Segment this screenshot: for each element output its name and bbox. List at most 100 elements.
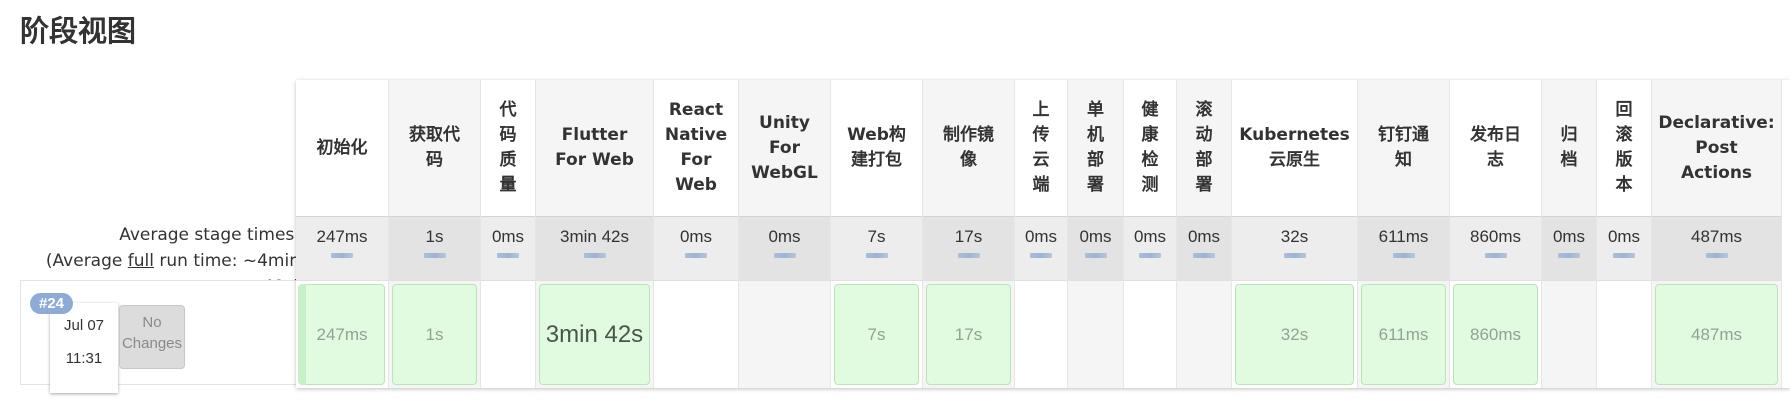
stage-column: 制作镜像 17s 17s bbox=[923, 80, 1015, 388]
stage-run-cell bbox=[1177, 280, 1231, 388]
stage-average-time: 0ms bbox=[1187, 227, 1221, 246]
stage-average-time: 860ms bbox=[1469, 227, 1522, 246]
stage-run-cell[interactable]: 1s bbox=[389, 280, 480, 388]
stage-run-cell bbox=[739, 280, 830, 388]
stage-run-cell[interactable]: 17s bbox=[923, 280, 1014, 388]
stage-name: Declarative: Post Actions bbox=[1658, 112, 1775, 183]
stage-average: 0ms bbox=[739, 216, 830, 280]
stage-column: Web构 建打包 7s 7s bbox=[831, 80, 923, 388]
average-stage-times-label: Average stage times: bbox=[119, 225, 300, 245]
stage-success-box[interactable]: 17s bbox=[926, 284, 1011, 385]
stage-column: 代码质量 0ms bbox=[481, 80, 536, 388]
stage-success-box[interactable]: 487ms bbox=[1655, 284, 1778, 385]
average-run-time-label: (Average full run time: ~4min bbox=[45, 251, 300, 271]
stage-header: React Native For Web bbox=[654, 80, 738, 216]
stage-header: Kubernetes 云原生 bbox=[1232, 80, 1357, 216]
stage-average-bar bbox=[1558, 253, 1580, 258]
stage-average: 0ms bbox=[1542, 216, 1596, 280]
stage-average-time: 611ms bbox=[1378, 227, 1429, 246]
stage-average-bar bbox=[685, 253, 707, 258]
build-number-badge[interactable]: #24 bbox=[30, 293, 74, 314]
stage-header: 滚动部署 bbox=[1177, 80, 1231, 216]
stage-run-cell[interactable]: 487ms bbox=[1652, 280, 1781, 388]
stage-average-bar bbox=[865, 253, 888, 258]
stage-header: Web构 建打包 bbox=[831, 80, 922, 216]
stage-header: 初始化 bbox=[296, 80, 388, 216]
stage-average-time: 487ms bbox=[1690, 227, 1743, 246]
changes-indicator[interactable]: No Changes bbox=[119, 305, 185, 369]
stage-average-time: 7s bbox=[867, 227, 886, 246]
stage-average: 32s bbox=[1232, 216, 1357, 280]
stage-success-box[interactable]: 3min 42s bbox=[539, 284, 650, 385]
stage-column: 归档 0ms bbox=[1542, 80, 1597, 388]
stage-average: 3min 42s bbox=[536, 216, 653, 280]
stage-name: 归档 bbox=[1560, 125, 1578, 170]
stage-header: 单机部署 bbox=[1068, 80, 1123, 216]
stage-average-bar bbox=[1705, 253, 1728, 258]
stage-average: 611ms bbox=[1358, 216, 1449, 280]
stage-header: Unity For WebGL bbox=[739, 80, 830, 216]
stage-average-time: 0ms bbox=[679, 227, 713, 246]
stage-average-time: 0ms bbox=[491, 227, 525, 246]
stage-view-grid: 初始化 247ms 247ms 获取代码 1s 1s 代码质量 0ms Flutter For W… bbox=[296, 80, 1790, 388]
stage-column: 发布日志 860ms 860ms bbox=[1450, 80, 1542, 388]
stage-name: Flutter For Web bbox=[555, 125, 634, 170]
stage-header: 上传云端 bbox=[1015, 80, 1067, 216]
stage-average: 17s bbox=[923, 216, 1014, 280]
stage-column: 单机部署 0ms bbox=[1068, 80, 1124, 388]
stage-column: Flutter For Web 3min 42s 3min 42s bbox=[536, 80, 654, 388]
stage-header: 代码质量 bbox=[481, 80, 535, 216]
stage-average-time: 247ms bbox=[316, 227, 368, 246]
full-run-link[interactable]: full bbox=[128, 251, 154, 271]
stage-success-box[interactable]: 32s bbox=[1235, 284, 1354, 385]
page-title: 阶段视图 bbox=[20, 14, 137, 48]
stage-column: Declarative: Post Actions 487ms 487ms bbox=[1652, 80, 1782, 388]
stage-run-cell bbox=[1015, 280, 1067, 388]
stage-run-cell bbox=[481, 280, 535, 388]
stage-average-bar bbox=[1084, 253, 1107, 258]
stage-run-cell bbox=[1542, 280, 1596, 388]
stage-average-bar bbox=[1030, 253, 1052, 258]
stage-average: 0ms bbox=[654, 216, 738, 280]
build-date-card: Jul 07 11:31 bbox=[50, 303, 118, 393]
stage-success-box[interactable]: 611ms bbox=[1361, 284, 1446, 385]
stage-run-cell bbox=[654, 280, 738, 388]
stage-success-box[interactable]: 860ms bbox=[1453, 284, 1538, 385]
stage-run-cell[interactable]: 611ms bbox=[1358, 280, 1449, 388]
stage-average-time: 3min 42s bbox=[560, 227, 629, 246]
stage-success-box[interactable]: 7s bbox=[834, 284, 919, 385]
stage-average-bar bbox=[1392, 253, 1415, 258]
stage-average: 0ms bbox=[1068, 216, 1123, 280]
stage-header: 健康检测 bbox=[1124, 80, 1176, 216]
stage-run-cell bbox=[1124, 280, 1176, 388]
stage-average-time: 1s bbox=[425, 227, 444, 246]
stage-name: Web构 建打包 bbox=[847, 125, 906, 170]
stage-column: Kubernetes 云原生 32s 32s bbox=[1232, 80, 1358, 388]
stage-run-cell[interactable]: 247ms bbox=[296, 280, 388, 388]
stage-run-cell[interactable]: 860ms bbox=[1450, 280, 1541, 388]
stage-column: Unity For WebGL 0ms bbox=[739, 80, 831, 388]
stage-run-cell[interactable]: 32s bbox=[1232, 280, 1357, 388]
stage-name: 制作镜像 bbox=[943, 125, 994, 170]
stage-average-bar bbox=[497, 253, 519, 258]
stage-average-bar bbox=[1139, 253, 1161, 258]
build-time: 11:31 bbox=[65, 350, 103, 367]
stage-run-cell[interactable]: 3min 42s bbox=[536, 280, 653, 388]
stage-header: 归档 bbox=[1542, 80, 1596, 216]
stage-average-time: 0ms bbox=[1079, 227, 1112, 246]
stage-success-box[interactable]: 1s bbox=[392, 284, 477, 385]
stage-column: 滚动部署 0ms bbox=[1177, 80, 1232, 388]
stage-header: 制作镜像 bbox=[923, 80, 1014, 216]
stage-average-bar bbox=[1283, 253, 1306, 258]
stage-header: 钉钉通知 bbox=[1358, 80, 1449, 216]
stage-column: 上传云端 0ms bbox=[1015, 80, 1068, 388]
stage-success-box[interactable]: 247ms bbox=[298, 284, 385, 385]
stage-column: 初始化 247ms 247ms bbox=[296, 80, 389, 388]
stage-average: 0ms bbox=[1124, 216, 1176, 280]
stage-column: 钉钉通知 611ms 611ms bbox=[1358, 80, 1450, 388]
stage-average-time: 0ms bbox=[768, 227, 801, 246]
stage-name: 钉钉通知 bbox=[1378, 125, 1429, 170]
stage-name: 发布日志 bbox=[1470, 125, 1521, 170]
build-date: Jul 07 bbox=[63, 317, 105, 334]
stage-run-cell[interactable]: 7s bbox=[831, 280, 922, 388]
